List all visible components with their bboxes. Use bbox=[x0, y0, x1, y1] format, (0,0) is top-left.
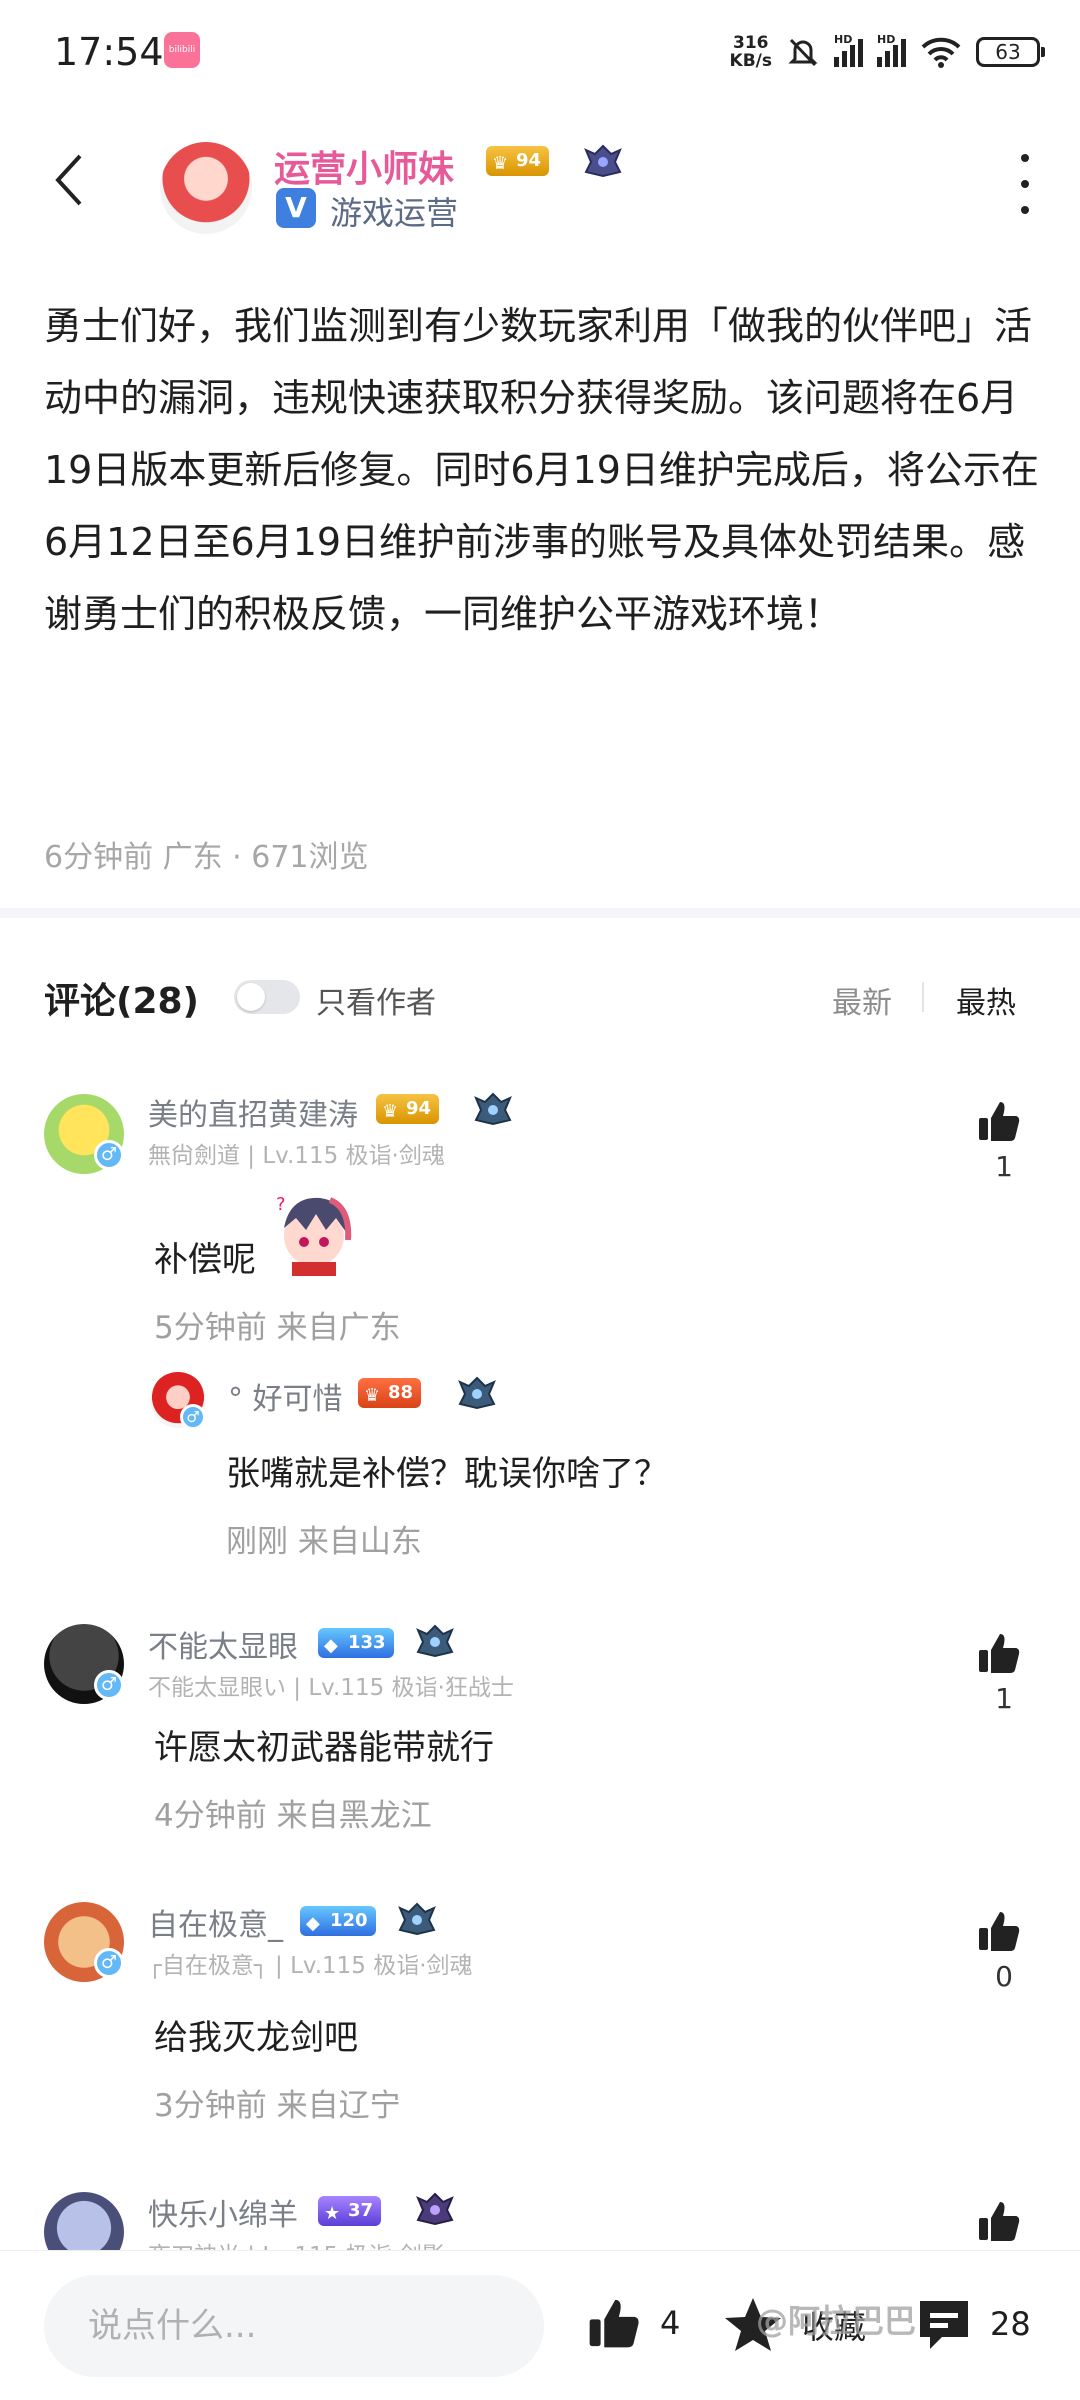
rank-emblem-icon bbox=[474, 1092, 512, 1126]
male-gender-icon: ♂ bbox=[94, 1140, 124, 1170]
network-speed-value: 316 bbox=[733, 33, 769, 53]
wifi-icon bbox=[921, 37, 961, 68]
sort-newest-tab[interactable]: 最新 bbox=[832, 978, 892, 1022]
comment-like-button[interactable] bbox=[976, 1098, 1032, 1148]
author-avatar[interactable] bbox=[160, 142, 252, 234]
comment-bubble-icon bbox=[920, 2301, 968, 2349]
crown-icon: ♛ bbox=[364, 1385, 381, 1406]
commenter-level-badge: ♛ 94 bbox=[376, 1094, 440, 1124]
comment-meta: 4分钟前 来自黑龙江 bbox=[154, 1798, 432, 1834]
comments-button[interactable]: 28 bbox=[916, 2297, 1031, 2351]
only-author-label[interactable]: 只看作者 bbox=[316, 978, 436, 1022]
diamond-icon: ◆ bbox=[324, 1635, 338, 1656]
comment-text: 补偿呢 bbox=[154, 1240, 256, 1280]
watermark-text: @阿拉巴巴 bbox=[756, 2302, 917, 2340]
section-divider bbox=[0, 908, 1080, 918]
more-options-button[interactable] bbox=[1010, 154, 1040, 214]
sort-divider bbox=[922, 982, 924, 1012]
commenter-level-badge: ◆ 133 bbox=[318, 1628, 394, 1658]
crown-icon: ♛ bbox=[382, 1101, 399, 1122]
bilibili-app-icon: bilibili bbox=[164, 32, 200, 68]
commenter-level-badge: ★ 37 bbox=[318, 2196, 382, 2226]
commenter-character: 無尙劍道 | Lv.115 极诣·剑魂 bbox=[148, 1143, 445, 1169]
signal-1-icon: HD bbox=[834, 33, 863, 67]
male-gender-icon: ♂ bbox=[94, 1670, 124, 1700]
commenter-character: 夜刀神光 | Lv.115 极诣·剑影 bbox=[148, 2236, 445, 2250]
star-icon: ★ bbox=[324, 2203, 341, 2224]
commenter-name[interactable]: 不能太显眼 bbox=[148, 1622, 298, 1666]
status-time: 17:54 bbox=[54, 30, 164, 74]
comment-meta: 5分钟前 来自广东 bbox=[154, 1310, 401, 1346]
anime-sticker-image: ? bbox=[276, 1194, 352, 1276]
rank-emblem-icon bbox=[416, 1624, 454, 1658]
commenter-avatar[interactable] bbox=[44, 2192, 124, 2250]
more-dot-icon bbox=[1021, 154, 1029, 162]
comment-text: 许愿太初武器能带就行 bbox=[154, 1728, 494, 1768]
crown-icon: ♛ bbox=[492, 153, 509, 174]
comment-like-button[interactable] bbox=[976, 1908, 1032, 1958]
comment-like-count: 1 bbox=[995, 1150, 1013, 1183]
author-role: 游戏运营 bbox=[330, 194, 459, 232]
sort-hottest-tab[interactable]: 最热 bbox=[956, 978, 1016, 1022]
thumbs-up-icon bbox=[979, 1102, 1020, 1141]
comment-text: 给我灭龙剑吧 bbox=[154, 2018, 358, 2058]
comment-like-count: 0 bbox=[995, 1960, 1013, 1993]
svg-text:?: ? bbox=[276, 1194, 286, 1215]
male-gender-icon: ♂ bbox=[180, 1404, 206, 1430]
thumbs-up-icon bbox=[979, 2202, 1020, 2241]
status-bar: 17:54 bilibili 316 KB/s HD HD 63 bbox=[0, 0, 1080, 104]
author-level-badge: ♛ 94 bbox=[486, 146, 550, 176]
network-speed-unit: KB/s bbox=[729, 51, 772, 71]
commenter-level-badge: ◆ 120 bbox=[300, 1906, 376, 1936]
post-like-count: 4 bbox=[660, 2304, 681, 2342]
diamond-icon: ◆ bbox=[306, 1913, 320, 1934]
mute-bell-icon bbox=[788, 38, 818, 67]
thumbs-up-icon bbox=[979, 1634, 1020, 1673]
comment-item: 快乐小绵羊 ★37 夜刀神光 | Lv.115 极诣·剑影 bbox=[0, 2180, 1080, 2250]
post-meta: 6分钟前 广东 · 671浏览 bbox=[44, 840, 369, 875]
comment-input[interactable]: 说点什么... bbox=[44, 2275, 544, 2377]
commenter-name[interactable]: 美的直招黄建涛 bbox=[148, 1090, 358, 1134]
comment-like-button[interactable] bbox=[976, 2198, 1032, 2248]
comments-title: 评论(28) bbox=[44, 981, 200, 1022]
commenter-character: 不能太显眼い | Lv.115 极诣·狂战士 bbox=[148, 1675, 514, 1701]
thumbs-up-icon bbox=[979, 1912, 1020, 1951]
reply-level-badge: ♛ 88 bbox=[358, 1378, 422, 1408]
commenter-name[interactable]: 自在极意_ bbox=[148, 1900, 283, 1944]
author-name[interactable]: 运营小师妹 bbox=[274, 140, 454, 192]
post-body: 勇士们好，我们监测到有少数玩家利用「做我的伙伴吧」活动中的漏洞，违规快速获取积分… bbox=[44, 304, 1039, 636]
network-speed: 316 KB/s bbox=[730, 34, 772, 70]
chevron-left-icon bbox=[55, 154, 82, 206]
post-like-button[interactable]: 4 bbox=[586, 2295, 680, 2351]
thumbs-up-icon bbox=[589, 2299, 639, 2348]
rank-emblem-icon bbox=[416, 2192, 454, 2226]
rank-emblem-icon bbox=[458, 1376, 496, 1410]
commenter-character: ┌自在极意┐ | Lv.115 极诣·剑魂 bbox=[148, 1953, 473, 1979]
rank-emblem-icon bbox=[584, 144, 622, 178]
rank-emblem-icon bbox=[398, 1902, 436, 1936]
status-indicators: 316 KB/s HD HD 63 bbox=[730, 30, 1045, 74]
post-header: 运营小师妹 ♛ 94 V 游戏运营 bbox=[0, 130, 1080, 240]
comment-count: 28 bbox=[990, 2305, 1031, 2343]
comment-like-button[interactable] bbox=[976, 1630, 1032, 1680]
only-author-toggle[interactable] bbox=[234, 980, 300, 1014]
reply-text: 张嘴就是补偿？耽误你啥了？ bbox=[226, 1454, 668, 1494]
comment-meta: 3分钟前 来自辽宁 bbox=[154, 2088, 401, 2124]
verified-badge-icon: V bbox=[276, 188, 316, 228]
comment-like-count: 1 bbox=[995, 1682, 1013, 1715]
reply-meta: 刚刚 来自山东 bbox=[226, 1524, 422, 1560]
back-button[interactable] bbox=[50, 150, 110, 220]
commenter-name[interactable]: 快乐小绵羊 bbox=[148, 2190, 298, 2234]
male-gender-icon: ♂ bbox=[94, 1948, 124, 1978]
reply-author-name[interactable]: ° 好可惜 bbox=[228, 1374, 343, 1418]
signal-2-icon: HD bbox=[877, 33, 906, 67]
battery-indicator: 63 bbox=[976, 37, 1045, 67]
bottom-action-bar: 说点什么... 4 收藏 28 bbox=[0, 2250, 1080, 2400]
